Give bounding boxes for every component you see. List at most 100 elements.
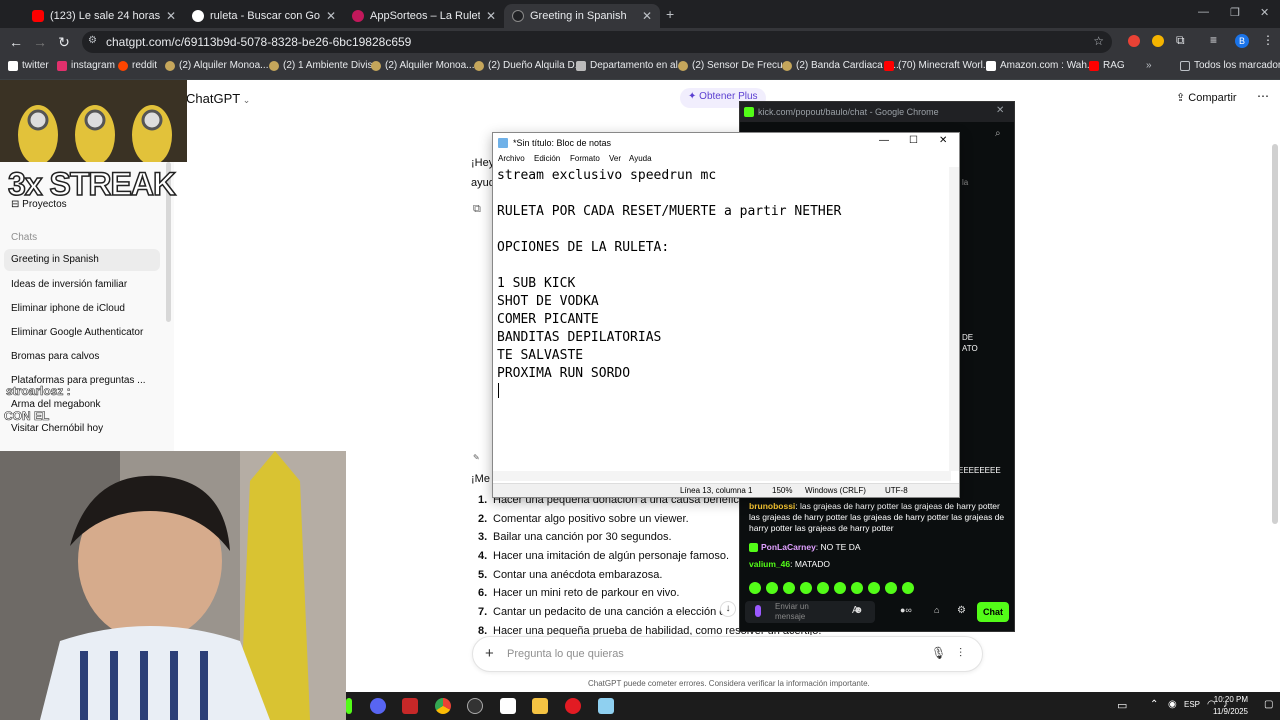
copy-icon[interactable]: ⧉	[473, 203, 481, 216]
emote-icon[interactable]	[834, 582, 846, 594]
clock-date[interactable]: 11/9/2025	[1208, 707, 1248, 716]
clock-time[interactable]: 10:20 PM	[1208, 695, 1248, 704]
language-indicator[interactable]: ESP	[1184, 700, 1200, 709]
bookmark-item[interactable]: (2) Alquiler Monoa...	[165, 60, 269, 71]
shop-icon[interactable]: ⌂	[934, 605, 939, 615]
share-button[interactable]: ⇪ Compartir	[1176, 91, 1237, 104]
opera-icon[interactable]	[565, 698, 581, 714]
back-icon[interactable]: ←	[4, 34, 28, 50]
prompt-input[interactable]: Pregunta lo que quieras	[507, 648, 624, 660]
notepad-taskbar-icon[interactable]	[598, 698, 614, 714]
horizontal-scrollbar[interactable]	[493, 471, 951, 481]
chat-item[interactable]: Ideas de inversión familiar	[11, 279, 127, 290]
emote-icon[interactable]	[868, 582, 880, 594]
emote-icon[interactable]	[817, 582, 829, 594]
close-button[interactable]: ✕	[939, 135, 947, 146]
close-icon[interactable]: ✕	[642, 9, 652, 23]
menu-kebab-icon[interactable]: ⋮	[1262, 33, 1274, 47]
points-icon[interactable]: ●∞	[900, 605, 912, 615]
emote-icon[interactable]	[885, 582, 897, 594]
bookmark-star-icon[interactable]: ☆	[1093, 34, 1104, 48]
bookmark-item[interactable]: Amazon.com : Wah...	[986, 60, 1095, 71]
bookmark-item[interactable]: (70) Minecraft Worl...	[884, 60, 991, 71]
maximize-button[interactable]: ☐	[909, 135, 918, 146]
tab-appsorteos[interactable]: AppSorteos – La Ruleta de la S ✕	[344, 4, 504, 28]
forward-icon[interactable]: →	[28, 34, 52, 50]
close-icon[interactable]: ✕	[996, 105, 1004, 116]
bookmark-item[interactable]: (2) 1 Ambiente Divis...	[269, 60, 381, 71]
scroll-down-button[interactable]: ↓	[720, 601, 736, 617]
bookmark-item[interactable]: Departamento en al...	[576, 60, 686, 71]
new-tab-button[interactable]: +	[666, 6, 674, 22]
bookmark-item[interactable]: (2) Dueño Alquila D...	[474, 60, 583, 71]
kick-send-button[interactable]: Chat	[977, 602, 1009, 622]
extension-icon[interactable]	[1152, 35, 1164, 47]
bookmark-item[interactable]: twitter	[8, 60, 49, 71]
more-bookmarks-icon[interactable]: »	[1146, 60, 1152, 71]
menu-ayuda[interactable]: Ayuda	[629, 154, 652, 163]
tab-youtube[interactable]: (123) Le sale 24 horas a Spreen ✕	[24, 4, 184, 28]
app-icon[interactable]	[346, 698, 352, 714]
search-icon[interactable]: ⌕	[995, 128, 1001, 139]
emote-icon[interactable]	[766, 582, 778, 594]
discord-icon[interactable]	[370, 698, 386, 714]
chat-item[interactable]: Bromas para calvos	[11, 351, 99, 362]
address-bar[interactable]: ⚙ chatgpt.com/c/69113b9d-5078-8328-be26-…	[82, 31, 1112, 53]
model-selector[interactable]: ChatGPT ⌄	[186, 91, 250, 106]
bookmark-item[interactable]: (2) Alquiler Monoa...	[371, 60, 475, 71]
chat-username[interactable]: brunobossi	[749, 501, 795, 511]
all-bookmarks-folder[interactable]: Todos los marcadores	[1180, 60, 1280, 71]
chat-item[interactable]: Greeting in Spanish	[4, 249, 160, 271]
vertical-scrollbar[interactable]	[949, 167, 959, 471]
scrollbar[interactable]	[1272, 144, 1278, 524]
extension-icon[interactable]	[1128, 35, 1140, 47]
chrome-icon[interactable]	[435, 698, 451, 714]
add-attachment-icon[interactable]: +	[485, 645, 494, 662]
settings-gear-icon[interactable]: ⚙	[957, 605, 966, 616]
chat-username[interactable]: valium_46	[749, 559, 790, 569]
menu-archivo[interactable]: Archivo	[498, 154, 525, 163]
extensions-puzzle-icon[interactable]: ⧉	[1176, 33, 1185, 48]
chat-item[interactable]: Visitar Chernóbil hoy	[11, 423, 103, 434]
menu-formato[interactable]: Formato	[570, 154, 600, 163]
bookmark-item[interactable]: (2) Sensor De Frecu...	[678, 60, 791, 71]
chat-item[interactable]: Eliminar Google Authenticator	[11, 327, 143, 338]
close-icon[interactable]: ✕	[486, 9, 496, 23]
tab-chatgpt[interactable]: Greeting in Spanish ✕	[504, 4, 660, 28]
bookmark-item[interactable]: instagram	[57, 60, 115, 71]
menu-ver[interactable]: Ver	[609, 154, 621, 163]
bookmark-item[interactable]: (2) Banda Cardiaca J...	[782, 60, 899, 71]
maximize-button[interactable]: ❐	[1230, 6, 1240, 19]
chat-item[interactable]: Eliminar iphone de iCloud	[11, 303, 125, 314]
app-icon[interactable]	[500, 698, 516, 714]
reload-icon[interactable]: ↻	[52, 34, 76, 51]
chevron-up-icon[interactable]: ⌃	[1150, 699, 1158, 710]
reading-list-icon[interactable]: ≡	[1210, 33, 1217, 47]
emote-icon[interactable]	[749, 582, 761, 594]
profile-avatar[interactable]: B	[1235, 34, 1249, 48]
app-icon[interactable]	[402, 698, 418, 714]
network-icon[interactable]: ◉	[1168, 699, 1177, 710]
close-icon[interactable]: ✕	[326, 9, 336, 23]
emote-icon[interactable]	[800, 582, 812, 594]
formatting-icon[interactable]: A	[852, 605, 859, 616]
menu-edicion[interactable]: Edición	[534, 154, 560, 163]
prompt-composer[interactable]: + Pregunta lo que quieras 🎙 ⫶	[472, 636, 983, 672]
close-icon[interactable]: ✕	[166, 9, 176, 23]
chat-username[interactable]: PonLaCarney	[761, 542, 816, 552]
minimize-button[interactable]: —	[879, 135, 889, 146]
emote-icon[interactable]	[851, 582, 863, 594]
minimize-button[interactable]: —	[1198, 6, 1209, 18]
bookmark-item[interactable]: RAG	[1089, 60, 1125, 71]
notifications-icon[interactable]: ▢	[1264, 699, 1273, 710]
obs-icon[interactable]	[467, 698, 483, 714]
more-options-icon[interactable]: ⋯	[1257, 89, 1269, 103]
microphone-icon[interactable]: 🎙	[931, 646, 946, 660]
close-window-button[interactable]: ✕	[1260, 6, 1269, 19]
bookmark-item[interactable]: reddit	[118, 60, 157, 71]
display-icon[interactable]: ▭	[1117, 699, 1127, 712]
tab-google[interactable]: ruleta - Buscar con Google ✕	[184, 4, 344, 28]
file-explorer-icon[interactable]	[532, 698, 548, 714]
emote-icon[interactable]	[783, 582, 795, 594]
emote-icon[interactable]	[902, 582, 914, 594]
